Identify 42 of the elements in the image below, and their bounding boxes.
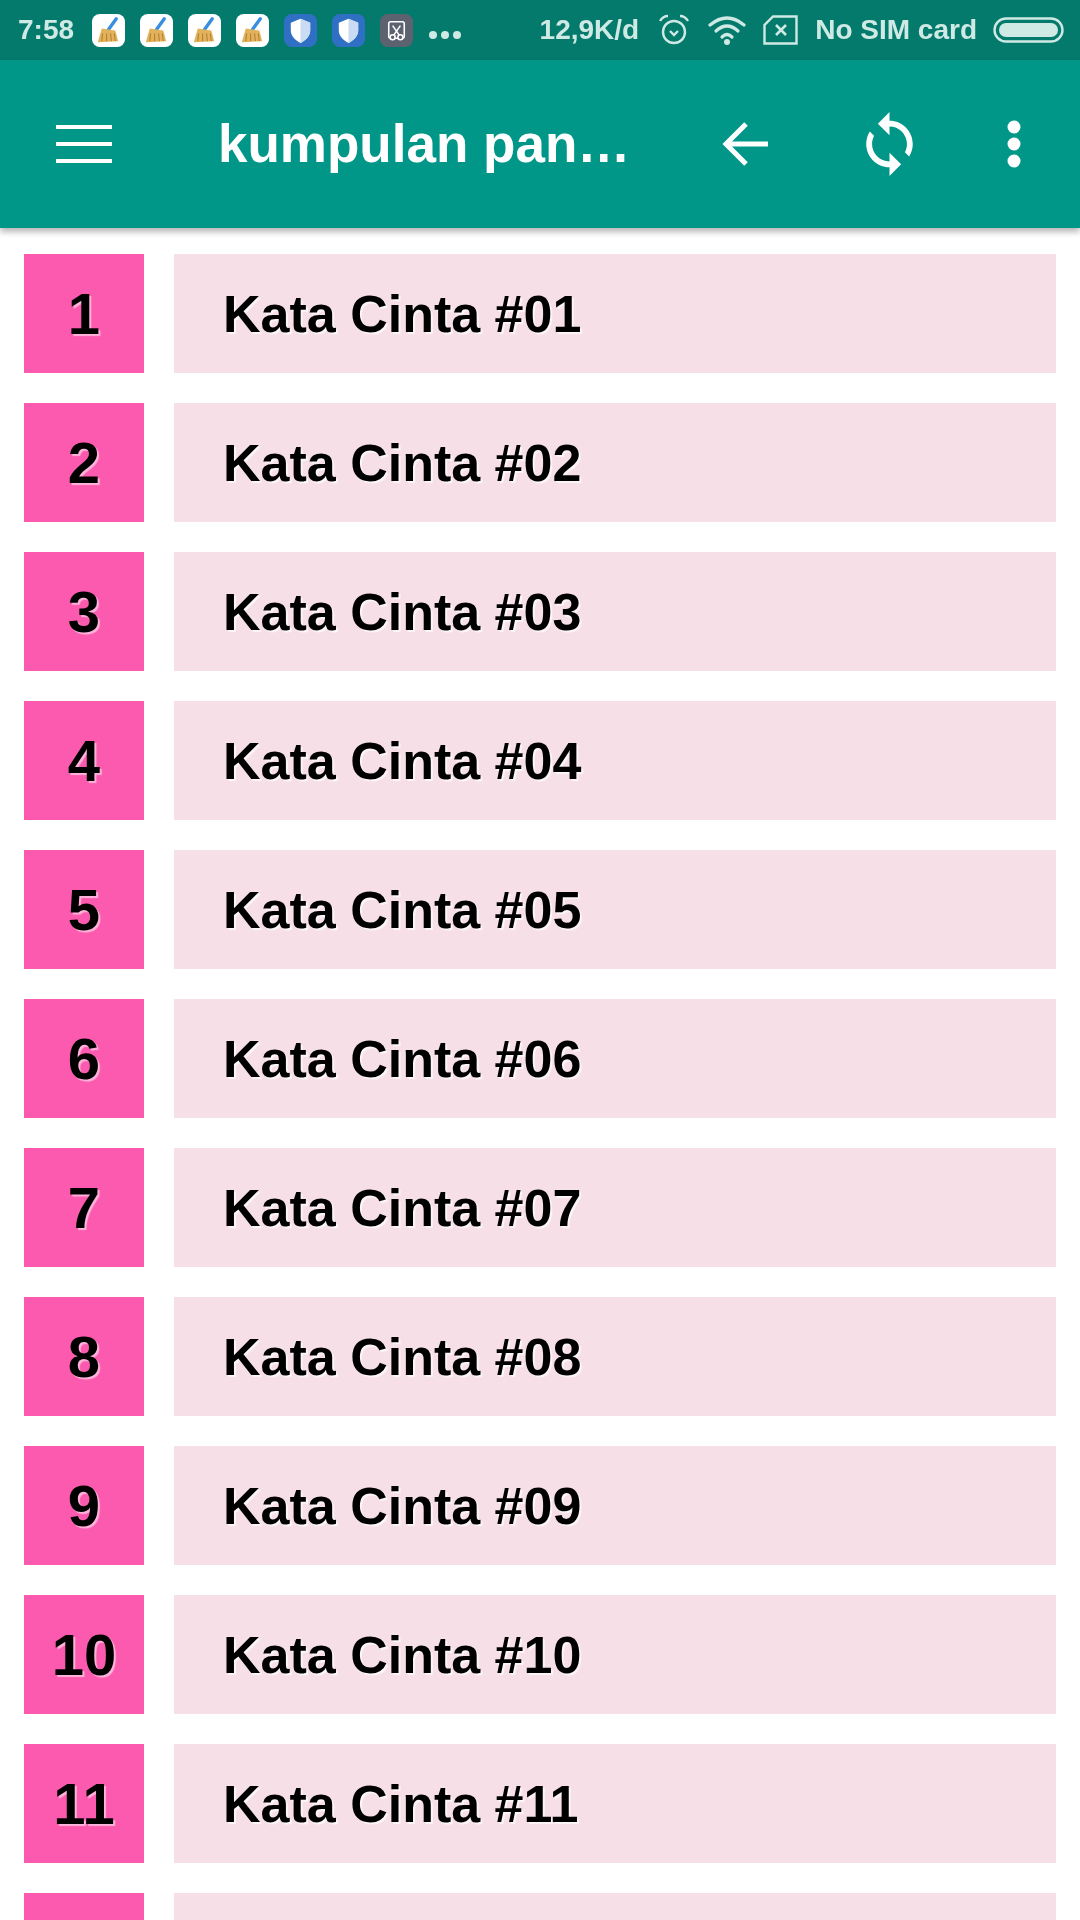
list-item[interactable]: Kata Cinta #01 (174, 254, 1056, 373)
list-item[interactable]: Kata Cinta #02 (174, 403, 1056, 522)
more-notifications-icon (429, 31, 462, 39)
wifi-icon (708, 15, 747, 45)
item-number: 1 (24, 254, 144, 373)
alarm-clock-icon (658, 14, 691, 46)
list-item[interactable]: Kata Cinta #05 (174, 850, 1056, 969)
list-item[interactable]: Kata Cinta #04 (174, 701, 1056, 820)
item-number: 9 (24, 1446, 144, 1565)
broom-icon (188, 13, 222, 47)
status-time: 7:58 (18, 16, 75, 44)
broom-icon (140, 13, 174, 47)
item-number: 7 (24, 1148, 144, 1267)
item-number: 2 (24, 403, 144, 522)
sim-status: No SIM card (815, 16, 977, 44)
shield-icon (332, 13, 366, 47)
shield-icon (284, 13, 318, 47)
list-item[interactable]: Kata Cinta #03 (174, 552, 1056, 671)
list-item[interactable]: Kata Cinta #06 (174, 999, 1056, 1118)
list-item[interactable]: Kata Cinta #11 (174, 1744, 1056, 1863)
list-item[interactable]: Kata Cinta #08 (174, 1297, 1056, 1416)
item-number: 8 (24, 1297, 144, 1416)
list-item[interactable]: Kata Cinta #09 (174, 1446, 1056, 1565)
network-speed: 12,9K/d (539, 16, 640, 44)
refresh-icon[interactable] (866, 112, 913, 176)
item-number: 4 (24, 701, 144, 820)
broom-icon (236, 13, 270, 47)
item-number: 11 (24, 1744, 144, 1863)
broom-icon (92, 13, 126, 47)
scissors-icon (380, 13, 414, 47)
more-options-icon[interactable] (1007, 120, 1021, 168)
app-title: kumpulan pan… (218, 113, 631, 176)
battery-icon (993, 17, 1064, 43)
item-number: 5 (24, 850, 144, 969)
item-number: 6 (24, 999, 144, 1118)
item-number: 3 (24, 552, 144, 671)
list-item[interactable]: Kata Cinta #07 (174, 1148, 1056, 1267)
item-number: 10 (24, 1595, 144, 1714)
sim-card-x-icon (763, 15, 799, 45)
back-arrow-icon[interactable] (722, 121, 770, 167)
list-item[interactable]: Kata Cinta #10 (174, 1595, 1056, 1714)
menu-icon[interactable] (56, 125, 112, 163)
